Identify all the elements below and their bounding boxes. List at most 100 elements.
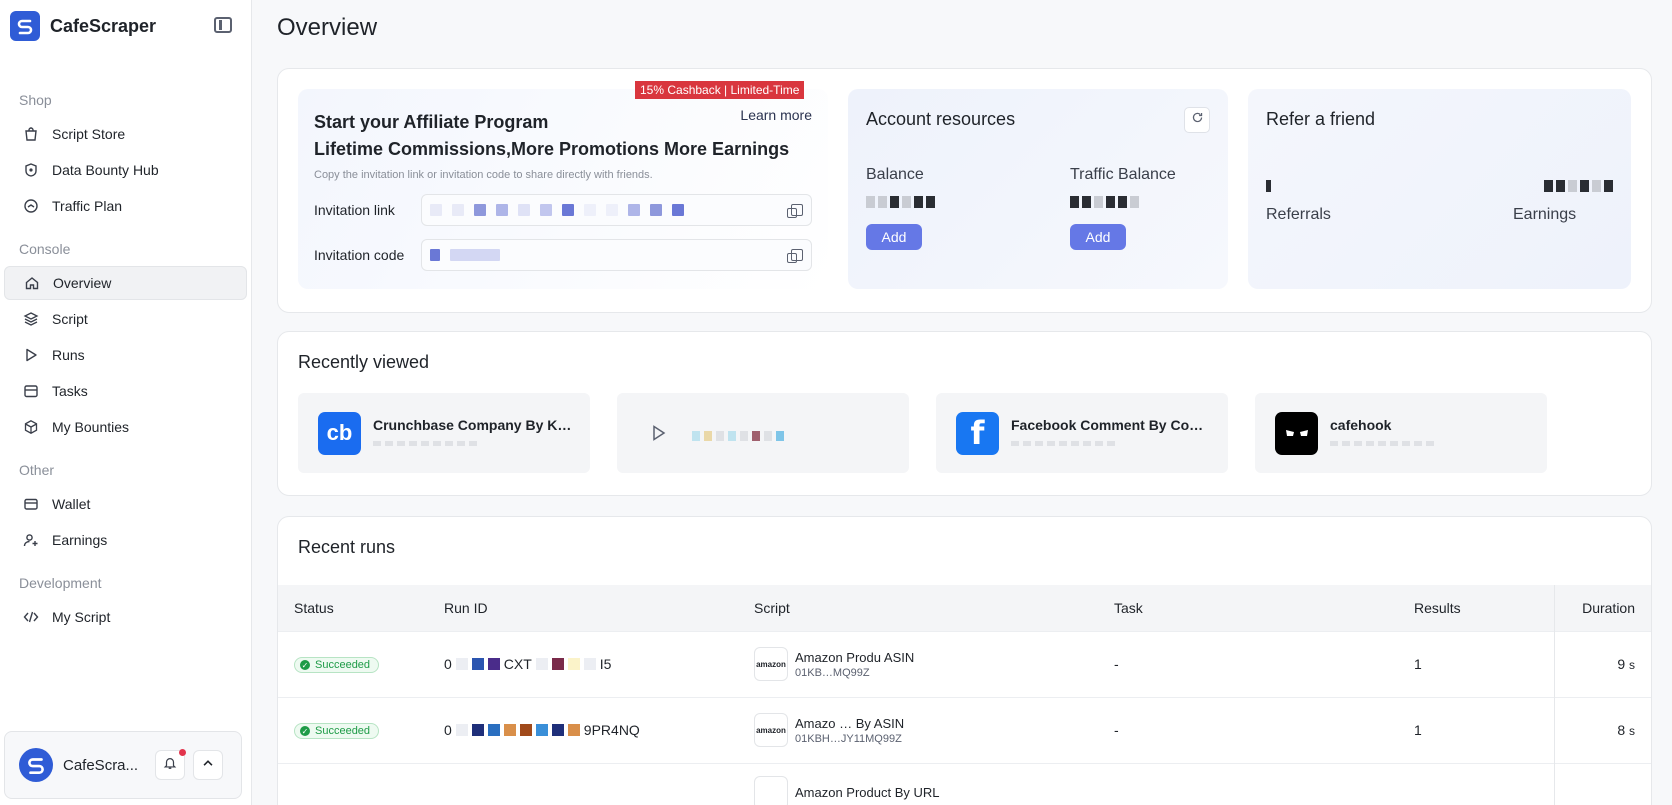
sidebar-item-runs[interactable]: Runs <box>4 338 247 372</box>
referrals-value-redacted <box>1266 178 1416 194</box>
cube-icon <box>23 419 39 435</box>
recently-viewed-title: Recently viewed <box>298 352 430 372</box>
script-name-start: Amazon Produ <box>795 649 881 665</box>
sidebar-item-label: Wallet <box>52 496 91 512</box>
user-card[interactable]: CafeScra... <box>4 731 242 799</box>
user-plus-icon <box>23 532 39 548</box>
affiliate-tagline: Lifetime Commissions,More Promotions Mor… <box>314 139 790 159</box>
redacted-block <box>474 204 486 216</box>
page-title: Overview <box>277 14 378 41</box>
account-resources-panel: Account resources Balance Add Traffic Ba… <box>848 89 1228 289</box>
affiliate-title: Start your Affiliate Program <box>314 112 549 132</box>
layers-icon <box>23 311 39 327</box>
balance-value-redacted <box>866 194 1006 210</box>
recent-item-crunchbase[interactable]: cb Crunchbase Company By Key... <box>298 393 590 473</box>
amazon-logo-icon <box>754 775 788 805</box>
recent-item-redacted[interactable] <box>617 393 909 473</box>
check-icon: ✓ <box>300 660 310 671</box>
status-text: Succeeded <box>315 725 371 738</box>
sidebar-item-traffic-plan[interactable]: Traffic Plan <box>4 189 247 223</box>
add-balance-button[interactable]: Add <box>866 224 922 250</box>
sidebar-item-label: Data Bounty Hub <box>52 162 159 178</box>
recently-viewed-card: Recently viewed cb Crunchbase Company By… <box>277 331 1652 496</box>
script-name-start: Amazo <box>795 715 836 731</box>
column-header-duration[interactable]: Duration <box>1553 585 1651 631</box>
chevron-up-icon <box>201 756 215 775</box>
promo-badge: 15% Cashback | Limited-Time <box>635 81 805 99</box>
sidebar-item-overview[interactable]: Overview <box>4 266 247 300</box>
sidebar-item-tasks[interactable]: Tasks <box>4 374 247 408</box>
table-row[interactable]: ✓ Succeeded 0 9PR4NQ amazon Amazo … By ASI… <box>278 696 1651 763</box>
invitation-code-field[interactable] <box>421 239 812 271</box>
sidebar-item-data-bounty-hub[interactable]: Data Bounty Hub <box>4 153 247 187</box>
column-header-run-id[interactable]: Run ID <box>428 585 738 631</box>
notification-dot <box>179 749 186 756</box>
sidebar-item-script-store[interactable]: Script Store <box>4 117 247 151</box>
script-id-end: JY11MQ99Z <box>840 732 902 745</box>
cafehook-logo-icon <box>1275 411 1318 455</box>
run-id[interactable]: 0 9PR4NQ <box>444 722 722 738</box>
script-cell[interactable]: Amazon Product By URL <box>754 775 1082 805</box>
traffic-value-redacted <box>1070 194 1210 210</box>
invitation-link-label: Invitation link <box>314 202 395 218</box>
learn-more-link[interactable]: Learn more <box>740 107 812 123</box>
copy-icon[interactable] <box>787 204 803 218</box>
check-icon: ✓ <box>300 726 310 737</box>
recent-item-facebook-comment[interactable]: f Facebook Comment By Comm... <box>936 393 1228 473</box>
calendar-icon <box>23 383 39 399</box>
recent-runs-card: Recent runs Status Run ID Script Task Re… <box>277 516 1652 805</box>
sidebar-item-my-script[interactable]: My Script <box>4 600 247 634</box>
code-icon <box>23 609 39 625</box>
brand-name: CafeScraper <box>50 15 157 36</box>
redacted-block <box>540 204 552 216</box>
table-row[interactable]: Amazon Product By URL <box>278 762 1651 805</box>
section-label-other: Other <box>19 462 55 478</box>
sidebar-item-label: Traffic Plan <box>52 198 123 214</box>
redacted-subtitle <box>1011 441 1208 449</box>
table-row[interactable]: ✓ Succeeded 0 CXT I5 amazon Amazon Produ AS… <box>278 630 1651 697</box>
section-label-development: Development <box>19 575 102 591</box>
duration-cell: 9 s <box>1553 630 1651 697</box>
run-id-suffix: 9PR4NQ <box>583 722 640 738</box>
notifications-button[interactable] <box>155 749 186 780</box>
script-name: Amazon Produ ASIN <box>795 650 914 665</box>
script-name: Amazo … By ASIN <box>795 715 905 731</box>
traffic-balance-block: Traffic Balance Add <box>1070 166 1210 250</box>
script-id: 01KBH…JY11MQ99Z <box>795 732 902 745</box>
avatar <box>19 748 53 782</box>
sidebar-collapse-icon[interactable] <box>214 17 232 33</box>
sidebar-item-label: Tasks <box>52 383 88 399</box>
script-cell[interactable]: amazon Amazo … By ASIN 01KBH…JY11MQ99Z <box>754 713 1082 747</box>
sidebar-item-label: Runs <box>52 347 85 363</box>
column-header-results[interactable]: Results <box>1398 585 1554 631</box>
run-id-suffix: I5 <box>599 656 612 672</box>
redacted-block <box>518 204 530 216</box>
column-header-task[interactable]: Task <box>1098 585 1398 631</box>
sidebar-item-earnings[interactable]: Earnings <box>4 523 247 557</box>
column-header-script[interactable]: Script <box>738 585 1098 631</box>
redacted-block <box>584 204 596 216</box>
play-icon <box>637 412 680 455</box>
sidebar-item-my-bounties[interactable]: My Bounties <box>4 410 247 444</box>
redacted-subtitle <box>1330 441 1527 449</box>
refresh-icon <box>1191 111 1204 129</box>
invitation-link-field[interactable] <box>421 194 812 226</box>
run-id[interactable]: 0 CXT I5 <box>444 656 722 672</box>
column-header-status[interactable]: Status <box>278 585 428 631</box>
refresh-button[interactable] <box>1184 107 1210 133</box>
balance-block: Balance Add <box>866 166 1006 250</box>
sidebar-item-script[interactable]: Script <box>4 302 247 336</box>
copy-icon[interactable] <box>787 249 803 263</box>
script-name-end: ASIN <box>883 649 915 665</box>
amazon-logo-icon: amazon <box>754 647 788 681</box>
expand-menu-button[interactable] <box>193 750 223 780</box>
script-id: 01KB…MQ99Z <box>795 666 870 679</box>
script-cell[interactable]: amazon Amazon Produ ASIN 01KB…MQ99Z <box>754 647 1082 681</box>
recent-item-cafehook[interactable]: cafehook <box>1255 393 1547 473</box>
script-name-end: By ASIN <box>855 715 905 731</box>
sidebar-item-wallet[interactable]: Wallet <box>4 487 247 521</box>
add-traffic-button[interactable]: Add <box>1070 224 1126 250</box>
section-label-shop: Shop <box>19 92 52 108</box>
run-id-prefix: 0 <box>444 656 452 672</box>
script-id-start: 01KB <box>795 666 822 679</box>
